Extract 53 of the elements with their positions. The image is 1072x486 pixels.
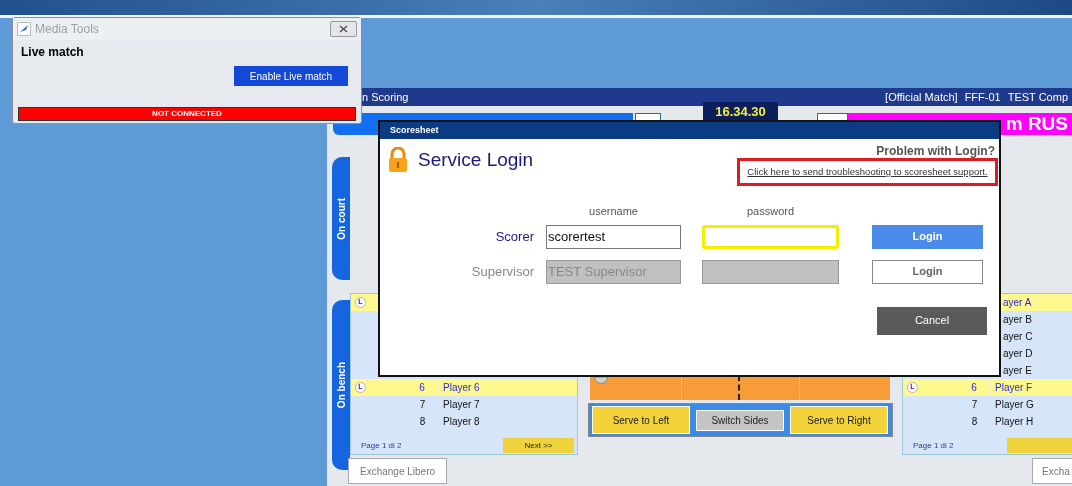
player-name: ayer E (1002, 364, 1032, 378)
player-number: 6 (419, 381, 425, 395)
player-row[interactable]: 7 Player 7 (351, 396, 577, 413)
team-name: m RUS (1005, 113, 1068, 135)
player-number: 7 (419, 398, 426, 412)
player-number: 8 (971, 415, 978, 429)
player-name: Player 6 (442, 381, 480, 395)
column-label: password (746, 204, 795, 219)
username-field[interactable]: scorertest (546, 224, 681, 249)
serve-button[interactable]: Serve to Left (592, 406, 690, 434)
serve-button[interactable]: Serve to Right (790, 406, 888, 434)
player-name: Player G (994, 398, 1034, 412)
dialog-title: Scoresheet (380, 122, 999, 139)
dialog-heading: Service Login (418, 147, 534, 172)
column-label: username (589, 204, 638, 219)
player-name: ayer C (1002, 330, 1033, 344)
match-info: [Official Match] (885, 89, 958, 105)
role-label: Supervisor (470, 262, 534, 281)
player-name: ayer A (1002, 296, 1032, 310)
window-title: n Scoring (362, 89, 409, 105)
match-info: FFF-01 (964, 89, 1001, 105)
side-tab[interactable]: On court (332, 157, 350, 280)
side-tab[interactable]: On bench (332, 300, 350, 470)
player-row[interactable]: 8 Player 8 (351, 413, 577, 430)
match-info: TEST Comp (1007, 89, 1068, 105)
player-name: Player H (994, 415, 1034, 429)
switch-sides-button[interactable]: Switch Sides (696, 409, 784, 431)
player-name: Player 8 (442, 415, 480, 429)
exchange-button[interactable]: Excha (1032, 458, 1072, 484)
player-name: Player 7 (442, 398, 480, 412)
app-icon (17, 22, 31, 36)
connection-status: NOT CONNECTED (18, 107, 356, 121)
player-name: Player F (994, 381, 1033, 395)
section-heading: Live match (21, 44, 85, 61)
page-indicator: Page 1 di 2 (361, 439, 402, 452)
exchange-button[interactable]: Exchange Libero (348, 458, 447, 484)
player-number: 8 (419, 415, 426, 429)
cancel-button[interactable]: Cancel (877, 306, 987, 335)
help-heading: Problem with Login? (876, 144, 995, 158)
player-row[interactable]: 7 Player G (903, 396, 1072, 413)
player-number: 7 (971, 398, 978, 412)
page-indicator: Page 1 di 2 (913, 439, 954, 452)
lock-icon (388, 147, 408, 173)
next-button[interactable]: Next >> (503, 438, 574, 453)
close-icon (339, 25, 348, 33)
enable-button[interactable]: Enable Live match (234, 66, 348, 86)
window-title: Media Tools (35, 21, 100, 38)
role-label: Scorer (494, 227, 534, 246)
match-clock: 16.34.30 (703, 102, 778, 122)
player-name: ayer D (1002, 347, 1033, 361)
player-number: 6 (971, 381, 977, 395)
player-row[interactable]: 8 Player H (903, 413, 1072, 430)
close-button[interactable] (330, 21, 357, 37)
